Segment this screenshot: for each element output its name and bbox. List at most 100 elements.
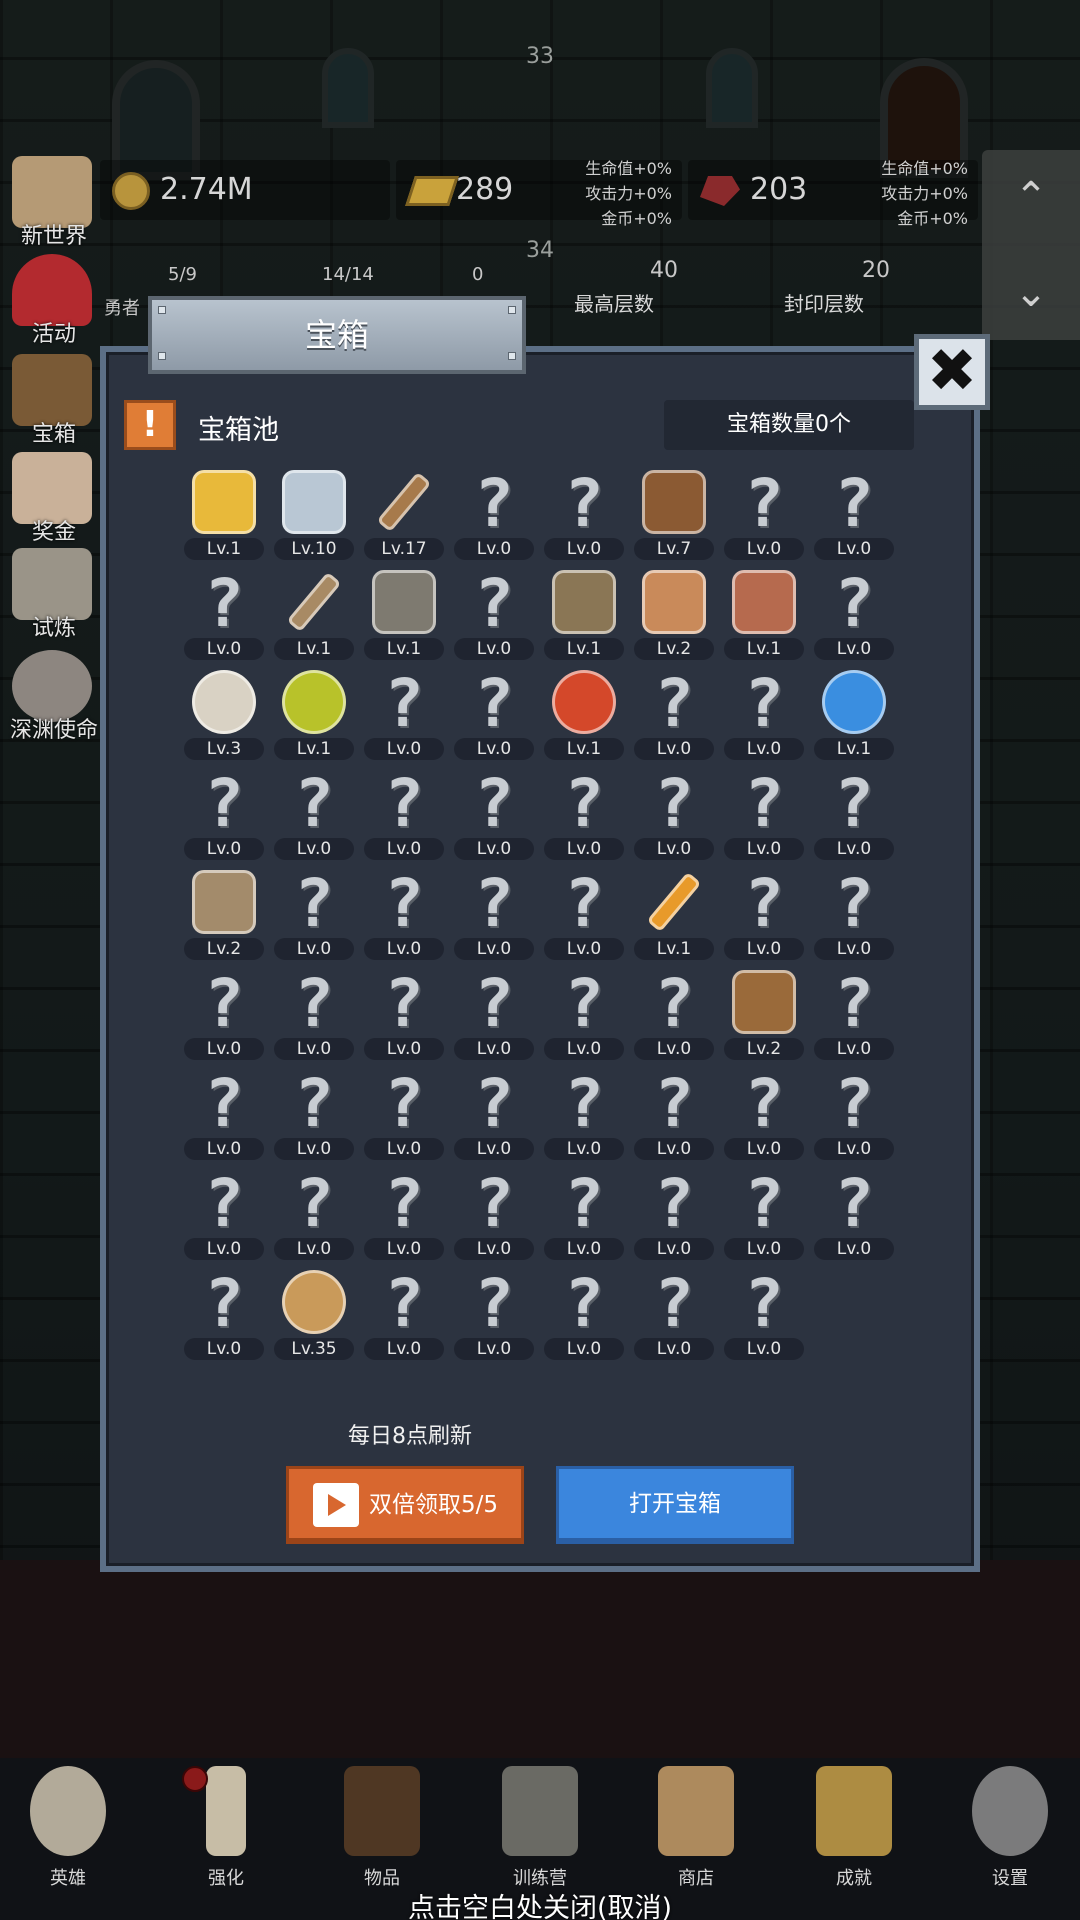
item-slot[interactable]: ? Lv.0 xyxy=(364,1266,444,1362)
item-slot[interactable]: ? Lv.0 xyxy=(364,666,444,762)
close-hint[interactable]: 点击空白处关闭(取消) xyxy=(0,1886,1080,1920)
chevron-up-icon[interactable]: ⌃ xyxy=(1000,172,1062,222)
item-slot[interactable]: ? Lv.0 xyxy=(724,466,804,562)
item-grid: Lv.1 Lv.10 Lv.17? Lv.0? Lv.0 Lv.7? Lv.0? Lv.0? L… xyxy=(180,466,900,1386)
item-slot[interactable]: ? Lv.0 xyxy=(814,466,894,562)
item-slot[interactable]: Lv.2 xyxy=(634,566,714,662)
unknown-item-icon: ? xyxy=(564,1265,604,1342)
item-slot[interactable]: ? Lv.0 xyxy=(454,1166,534,1262)
item-slot[interactable]: ? Lv.0 xyxy=(454,866,534,962)
modal-title: 宝箱 xyxy=(148,296,526,374)
item-slot[interactable]: Lv.10 xyxy=(274,466,354,562)
nav-tab[interactable]: 设置 xyxy=(950,1760,1070,1900)
close-icon[interactable]: ✖ xyxy=(914,334,990,410)
unknown-item-icon: ? xyxy=(744,865,784,942)
item-slot[interactable]: Lv.1 xyxy=(634,866,714,962)
great-helm-icon xyxy=(552,570,616,634)
item-slot[interactable]: ? Lv.0 xyxy=(814,1166,894,1262)
item-slot[interactable]: ? Lv.0 xyxy=(454,1066,534,1162)
item-slot[interactable]: ? Lv.0 xyxy=(814,566,894,662)
nav-tab[interactable]: 训练营 xyxy=(480,1760,600,1900)
nav-tab[interactable]: 英雄 xyxy=(8,1760,128,1900)
left-menu-item[interactable]: 奖金 xyxy=(4,452,96,545)
left-menu-item[interactable]: 宝箱 xyxy=(4,354,96,447)
double-claim-button[interactable]: 双倍领取5/5 xyxy=(286,1466,524,1544)
item-slot[interactable]: ? Lv.0 xyxy=(364,866,444,962)
item-slot[interactable]: ? Lv.0 xyxy=(454,766,534,862)
item-slot[interactable]: Lv.2 xyxy=(184,866,264,962)
item-slot[interactable]: ? Lv.0 xyxy=(184,566,264,662)
item-slot[interactable]: ? Lv.0 xyxy=(184,1266,264,1362)
item-slot[interactable]: ? Lv.0 xyxy=(814,866,894,962)
nav-tab[interactable]: 成就 xyxy=(794,1760,914,1900)
item-slot[interactable]: ? Lv.0 xyxy=(724,866,804,962)
item-slot[interactable]: Lv.3 xyxy=(184,666,264,762)
item-slot[interactable]: ? Lv.0 xyxy=(544,866,624,962)
item-slot[interactable]: ? Lv.0 xyxy=(724,766,804,862)
left-menu-item[interactable]: 新世界 xyxy=(4,156,96,249)
item-slot[interactable]: ? Lv.0 xyxy=(454,666,534,762)
item-slot[interactable]: ? Lv.0 xyxy=(364,1066,444,1162)
item-slot[interactable]: ? Lv.0 xyxy=(364,966,444,1062)
item-slot[interactable]: Lv.35 xyxy=(274,1266,354,1362)
item-slot[interactable]: ? Lv.0 xyxy=(634,966,714,1062)
item-slot[interactable]: ? Lv.0 xyxy=(544,766,624,862)
item-slot[interactable]: ? Lv.0 xyxy=(364,1166,444,1262)
item-slot[interactable]: ? Lv.0 xyxy=(724,1166,804,1262)
unknown-item-icon: ? xyxy=(654,665,694,742)
nav-tab[interactable]: 商店 xyxy=(636,1760,756,1900)
left-menu-item[interactable]: 试炼 xyxy=(4,548,96,641)
item-slot[interactable]: ? Lv.0 xyxy=(454,966,534,1062)
item-slot[interactable]: ? Lv.0 xyxy=(184,1066,264,1162)
item-slot[interactable]: ? Lv.0 xyxy=(454,466,534,562)
item-slot[interactable]: Lv.1 xyxy=(184,466,264,562)
item-slot[interactable]: Lv.1 xyxy=(364,566,444,662)
item-slot[interactable]: ? Lv.0 xyxy=(634,766,714,862)
item-slot[interactable]: ? Lv.0 xyxy=(814,766,894,862)
diamond-icon xyxy=(282,470,346,534)
item-slot[interactable]: Lv.17 xyxy=(364,466,444,562)
item-slot[interactable]: ? Lv.0 xyxy=(274,966,354,1062)
nav-tab[interactable]: 物品 xyxy=(322,1760,442,1900)
item-slot[interactable]: ? Lv.0 xyxy=(184,1166,264,1262)
item-slot[interactable]: ? Lv.0 xyxy=(814,966,894,1062)
item-level: Lv.0 xyxy=(184,1238,264,1260)
item-slot[interactable]: ? Lv.0 xyxy=(724,1266,804,1362)
item-slot[interactable]: ? Lv.0 xyxy=(634,1166,714,1262)
item-slot[interactable]: Lv.1 xyxy=(274,666,354,762)
item-slot[interactable]: Lv.1 xyxy=(544,566,624,662)
left-menu-item[interactable]: 深渊使命 xyxy=(4,650,98,743)
item-slot[interactable]: ? Lv.0 xyxy=(454,566,534,662)
item-slot[interactable]: ? Lv.0 xyxy=(544,966,624,1062)
item-slot[interactable]: Lv.1 xyxy=(274,566,354,662)
item-slot[interactable]: ? Lv.0 xyxy=(274,766,354,862)
item-slot[interactable]: Lv.7 xyxy=(634,466,714,562)
item-slot[interactable]: Lv.1 xyxy=(544,666,624,762)
item-slot[interactable]: ? Lv.0 xyxy=(724,666,804,762)
item-slot[interactable]: ? Lv.0 xyxy=(544,466,624,562)
item-slot[interactable]: ? Lv.0 xyxy=(634,1066,714,1162)
left-menu-item[interactable]: 活动 xyxy=(4,254,96,347)
item-slot[interactable]: ? Lv.0 xyxy=(184,766,264,862)
item-slot[interactable]: Lv.1 xyxy=(724,566,804,662)
chevron-down-icon[interactable]: ⌄ xyxy=(1000,268,1062,318)
item-slot[interactable]: ? Lv.0 xyxy=(274,1066,354,1162)
item-slot[interactable]: ? Lv.0 xyxy=(814,1066,894,1162)
item-slot[interactable]: ? Lv.0 xyxy=(544,1066,624,1162)
item-slot[interactable]: ? Lv.0 xyxy=(454,1266,534,1362)
item-slot[interactable]: ? Lv.0 xyxy=(274,866,354,962)
item-slot[interactable]: ? Lv.0 xyxy=(634,1266,714,1362)
item-slot[interactable]: ? Lv.0 xyxy=(274,1166,354,1262)
item-slot[interactable]: ? Lv.0 xyxy=(364,766,444,862)
item-slot[interactable]: ? Lv.0 xyxy=(634,666,714,762)
item-slot[interactable]: ? Lv.0 xyxy=(544,1166,624,1262)
item-slot[interactable]: Lv.1 xyxy=(814,666,894,762)
item-level: Lv.0 xyxy=(184,638,264,660)
open-chest-button[interactable]: 打开宝箱 xyxy=(556,1466,794,1544)
item-slot[interactable]: ? Lv.0 xyxy=(724,1066,804,1162)
warning-icon[interactable]: ! xyxy=(124,400,176,450)
item-slot[interactable]: ? Lv.0 xyxy=(184,966,264,1062)
item-slot[interactable]: Lv.2 xyxy=(724,966,804,1062)
item-slot[interactable]: ? Lv.0 xyxy=(544,1266,624,1362)
unknown-item-icon: ? xyxy=(834,565,874,642)
